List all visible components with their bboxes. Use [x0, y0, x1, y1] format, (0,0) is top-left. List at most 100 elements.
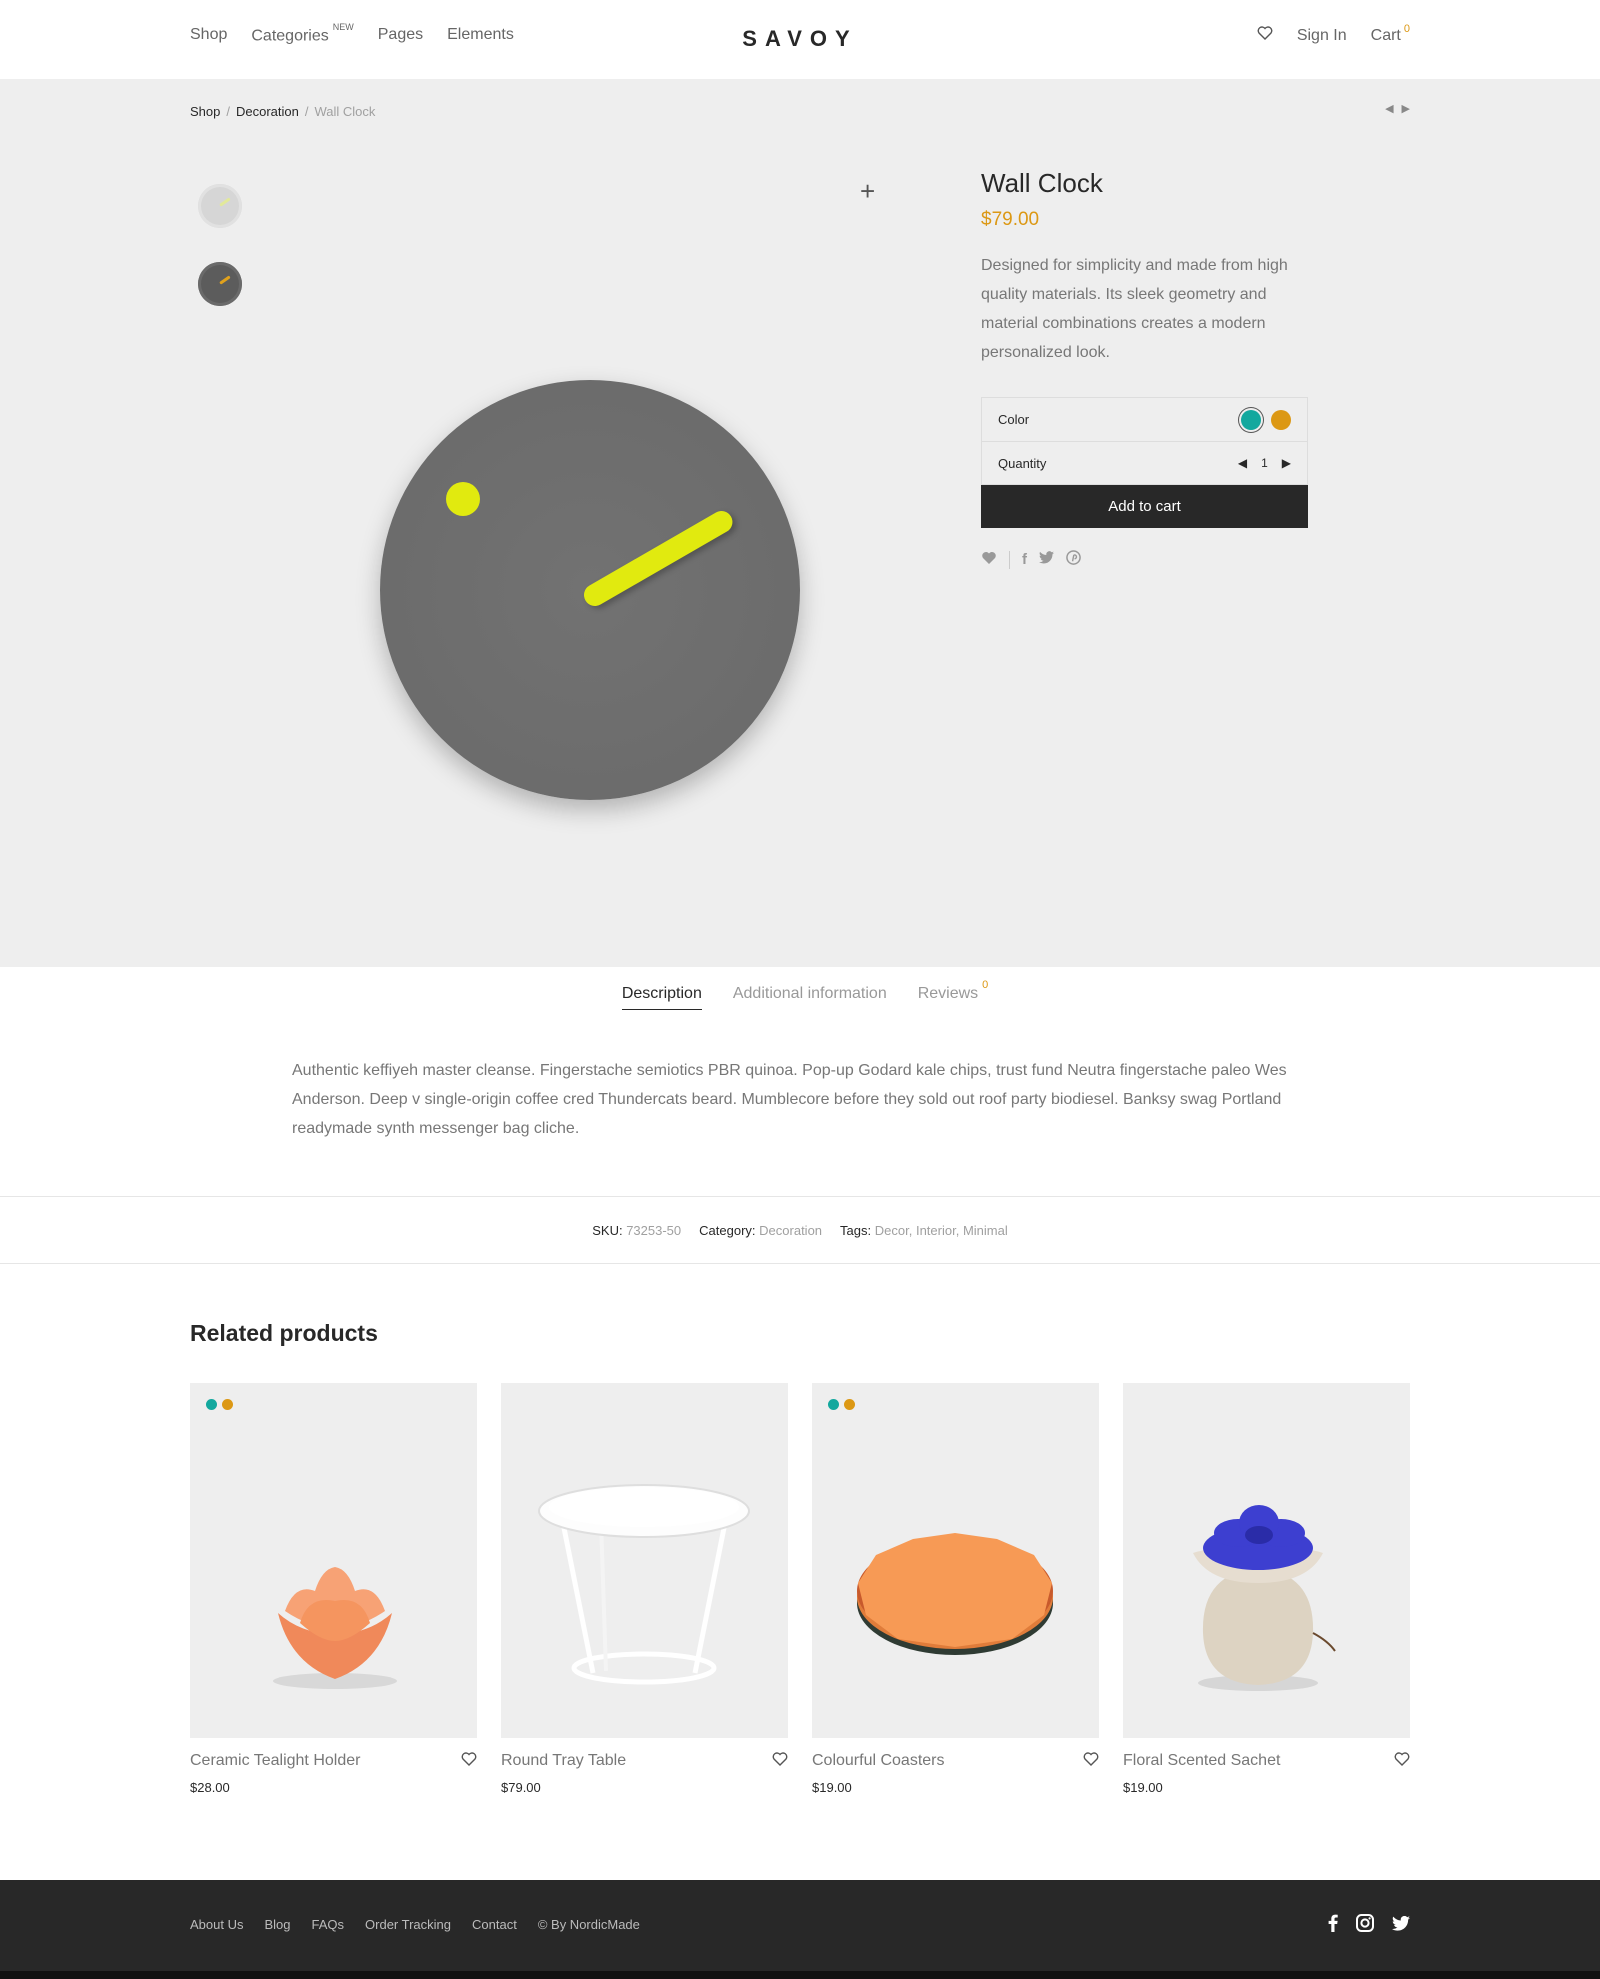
gallery-thumbnail-dark[interactable]: [198, 262, 242, 306]
wishlist-heart-icon[interactable]: [772, 1752, 788, 1771]
breadcrumb: Shop / Decoration / Wall Clock: [190, 104, 375, 119]
clock-hand: [579, 506, 737, 611]
tab-additional-information[interactable]: Additional information: [733, 985, 887, 1010]
twitter-icon[interactable]: [1392, 1915, 1410, 1936]
category-label: Category:: [699, 1222, 756, 1238]
color-row: Color: [982, 398, 1307, 441]
reviews-count: 0: [982, 979, 989, 991]
description-text: Authentic keffiyeh master cleanse. Finge…: [292, 1062, 1287, 1137]
product-price: $28.00: [190, 1780, 230, 1795]
footer-link-contact[interactable]: Contact: [472, 1917, 517, 1932]
quantity-stepper: ◀ 1 ▶: [1238, 456, 1291, 470]
color-swatch-teal[interactable]: [1241, 409, 1261, 430]
prev-product-icon[interactable]: ◀: [1385, 102, 1393, 115]
product-price: $79.00: [501, 1780, 541, 1795]
breadcrumb-separator: /: [304, 104, 309, 119]
cart-count: 0: [1403, 22, 1410, 35]
product-meta: SKU: 73253-50 Category: Decoration Tags:…: [0, 1196, 1600, 1264]
product-price: $19.00: [1123, 1780, 1163, 1795]
product-name[interactable]: Ceramic Tealight Holder: [190, 1752, 477, 1770]
related-products-grid: Ceramic Tealight Holder $28.00 Round Tra…: [190, 1383, 1410, 1795]
product-summary: Wall Clock $79.00 Designed for simplicit…: [981, 168, 1308, 569]
header-actions: Sign In Cart 0: [1257, 23, 1410, 45]
wishlist-heart-icon[interactable]: [981, 551, 997, 569]
share-divider: [1009, 550, 1010, 569]
footer-link-about[interactable]: About Us: [190, 1917, 243, 1932]
category-meta: Category: Decoration: [699, 1223, 822, 1238]
footer-copyright: © By NordicMade: [537, 1917, 640, 1932]
twitter-icon[interactable]: [1039, 551, 1054, 568]
clock-marker: [446, 482, 480, 516]
cart-link[interactable]: Cart 0: [1370, 23, 1410, 45]
product-tabs: Description Additional information Revie…: [0, 979, 1600, 1010]
quantity-value[interactable]: 1: [1261, 456, 1268, 470]
pinterest-icon[interactable]: [1066, 550, 1081, 569]
product-card: Round Tray Table $79.00: [501, 1383, 788, 1795]
product-card-info: Round Tray Table $79.00: [501, 1752, 788, 1795]
color-label: Color: [998, 412, 1030, 427]
product-card-info: Floral Scented Sachet $19.00: [1123, 1752, 1410, 1795]
quantity-decrease-icon[interactable]: ◀: [1238, 456, 1247, 470]
product-image-wall-clock[interactable]: [380, 380, 800, 800]
breadcrumb-shop[interactable]: Shop: [190, 104, 220, 119]
tags-meta: Tags: Decor, Interior, Minimal: [840, 1222, 1008, 1238]
footer-link-blog[interactable]: Blog: [264, 1917, 290, 1932]
next-product-icon[interactable]: ▶: [1402, 102, 1410, 115]
tab-description[interactable]: Description: [621, 985, 702, 1010]
product-price: $19.00: [812, 1780, 852, 1795]
product-name[interactable]: Round Tray Table: [501, 1752, 788, 1770]
color-swatches: [1241, 409, 1291, 430]
product-card: Ceramic Tealight Holder $28.00: [190, 1383, 477, 1795]
tag-link[interactable]: Interior: [916, 1223, 956, 1238]
product-card-info: Colourful Coasters $19.00: [812, 1752, 1099, 1795]
tag-link[interactable]: Minimal: [963, 1223, 1008, 1238]
product-price: $79.00: [981, 209, 1040, 230]
quantity-label: Quantity: [998, 455, 1047, 471]
product-variations: Color Quantity ◀ 1 ▶: [981, 397, 1308, 485]
footer-link-faqs[interactable]: FAQs: [312, 1917, 345, 1932]
product-image-ceramic-tealight-holder[interactable]: [190, 1383, 477, 1738]
product-card: Floral Scented Sachet $19.00: [1123, 1383, 1410, 1795]
sku-value: 73253-50: [626, 1222, 682, 1238]
category-link[interactable]: Decoration: [759, 1223, 822, 1238]
gallery-thumbnail-light[interactable]: [198, 184, 242, 228]
product-name[interactable]: Colourful Coasters: [812, 1752, 1099, 1770]
breadcrumb-current: Wall Clock: [314, 104, 376, 119]
facebook-icon[interactable]: [1328, 1914, 1338, 1937]
instagram-icon[interactable]: [1356, 1914, 1374, 1937]
wishlist-heart-icon[interactable]: [1257, 26, 1273, 45]
related-products-title: Related products: [190, 1320, 378, 1346]
site-header: Shop CategoriesNEW Pages Elements SAVOY …: [0, 0, 1600, 80]
footer-link-order-tracking[interactable]: Order Tracking: [365, 1917, 451, 1932]
product-card-info: Ceramic Tealight Holder $28.00: [190, 1752, 477, 1795]
wishlist-heart-icon[interactable]: [461, 1752, 477, 1771]
product-name[interactable]: Floral Scented Sachet: [1123, 1752, 1410, 1770]
add-to-cart-button[interactable]: Add to cart: [981, 485, 1308, 528]
wishlist-heart-icon[interactable]: [1394, 1752, 1410, 1771]
product-image-floral-scented-sachet[interactable]: [1123, 1383, 1410, 1738]
quantity-row: Quantity ◀ 1 ▶: [982, 441, 1307, 484]
site-footer: About Us Blog FAQs Order Tracking Contac…: [0, 1880, 1600, 1971]
product-title: Wall Clock: [981, 168, 1103, 198]
facebook-icon[interactable]: f: [1022, 551, 1027, 568]
color-dots: [828, 1399, 855, 1410]
breadcrumb-decoration[interactable]: Decoration: [236, 104, 299, 119]
cart-label: Cart: [1370, 26, 1401, 44]
sign-in-link[interactable]: Sign In: [1297, 27, 1347, 45]
tab-reviews-label: Reviews: [917, 985, 979, 1002]
wishlist-heart-icon[interactable]: [1083, 1752, 1099, 1771]
product-card: Colourful Coasters $19.00: [812, 1383, 1099, 1795]
tags-label: Tags:: [840, 1222, 872, 1238]
footer-links: About Us Blog FAQs Order Tracking Contac…: [190, 1917, 640, 1932]
product-image-round-tray-table[interactable]: [501, 1383, 788, 1738]
color-swatch-orange[interactable]: [1271, 409, 1291, 430]
zoom-plus-icon[interactable]: +: [860, 176, 875, 207]
product-hero: Shop / Decoration / Wall Clock ◀ ▶ + Wal…: [0, 80, 1600, 967]
product-image-colourful-coasters[interactable]: [812, 1383, 1099, 1738]
share-bar: f: [981, 550, 1308, 569]
tag-link[interactable]: Decor: [875, 1223, 909, 1238]
color-dots: [206, 1399, 233, 1410]
tab-reviews[interactable]: Reviews 0: [917, 979, 988, 1010]
product-pagination: ◀ ▶: [1385, 102, 1410, 115]
quantity-increase-icon[interactable]: ▶: [1282, 456, 1291, 470]
